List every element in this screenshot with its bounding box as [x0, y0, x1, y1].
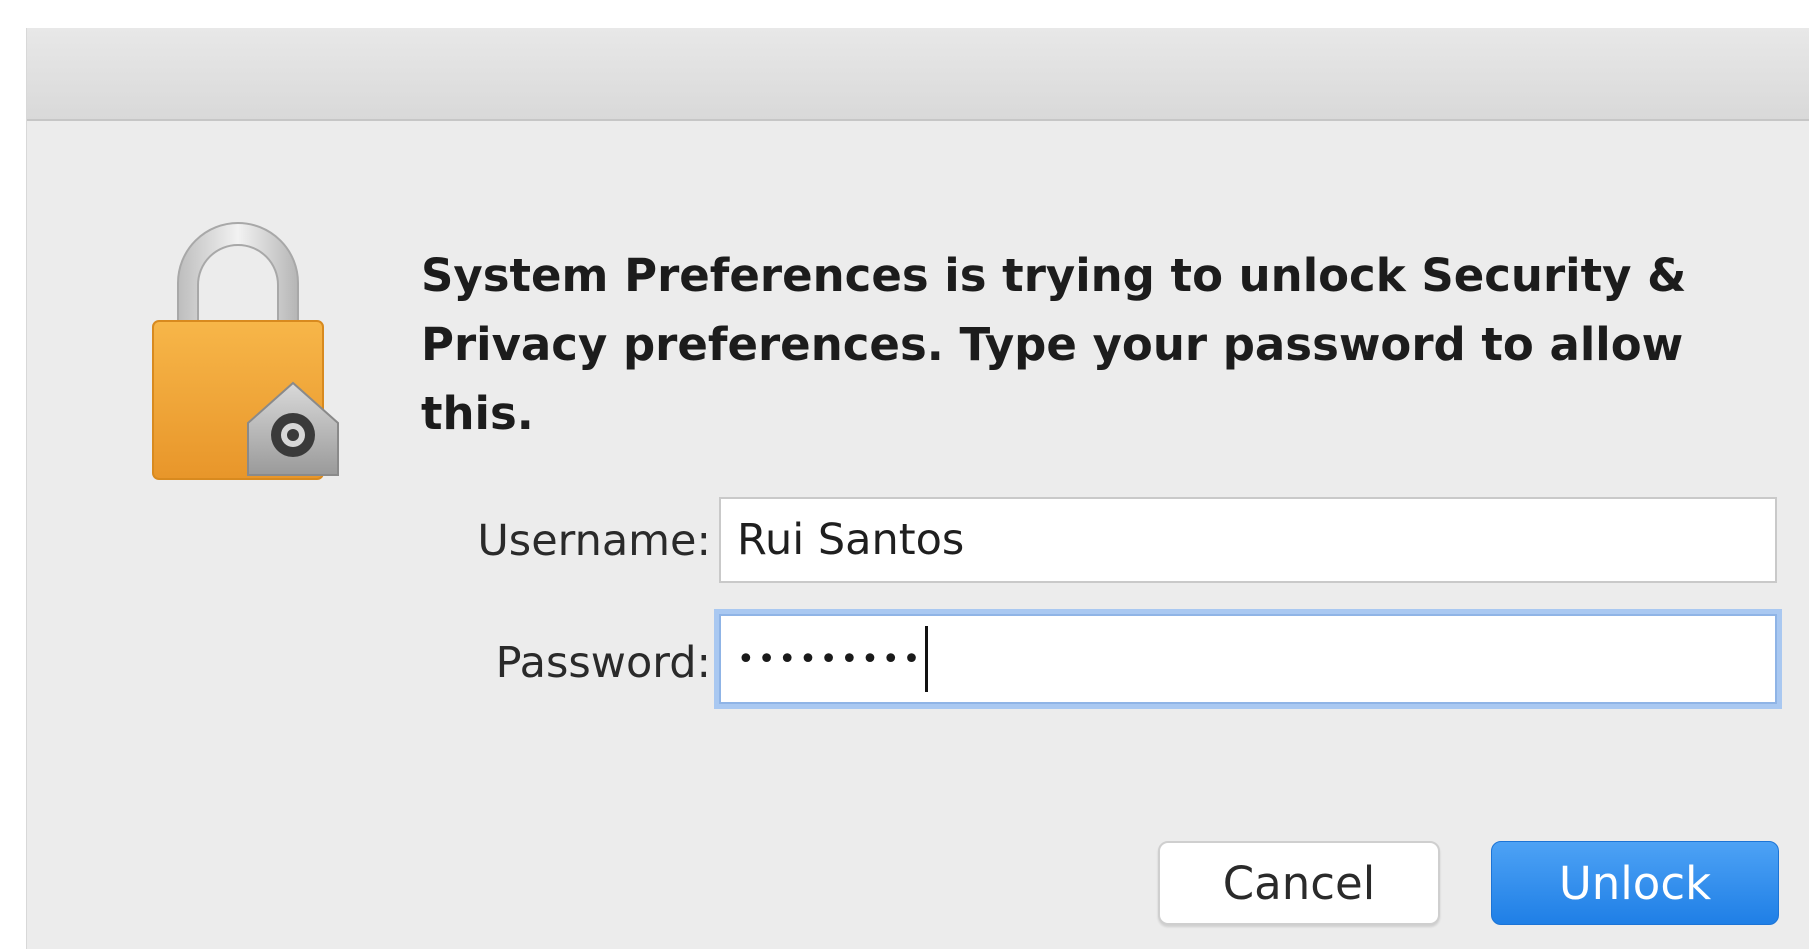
- password-label: Password:: [495, 638, 711, 688]
- cancel-button[interactable]: Cancel: [1158, 841, 1440, 925]
- lock-icon: [152, 222, 339, 480]
- password-value: •••••••••: [737, 641, 924, 677]
- dialog-titlebar: [27, 28, 1809, 121]
- password-field[interactable]: •••••••••: [719, 614, 1777, 704]
- unlock-dialog: System Preferences is trying to unlock S…: [26, 28, 1809, 949]
- username-value: Rui Santos: [737, 515, 965, 565]
- dialog-message: System Preferences is trying to unlock S…: [421, 249, 1687, 440]
- username-field[interactable]: Rui Santos: [719, 497, 1777, 583]
- unlock-button[interactable]: Unlock: [1491, 841, 1779, 925]
- text-caret: [925, 626, 929, 692]
- username-label: Username:: [477, 516, 711, 566]
